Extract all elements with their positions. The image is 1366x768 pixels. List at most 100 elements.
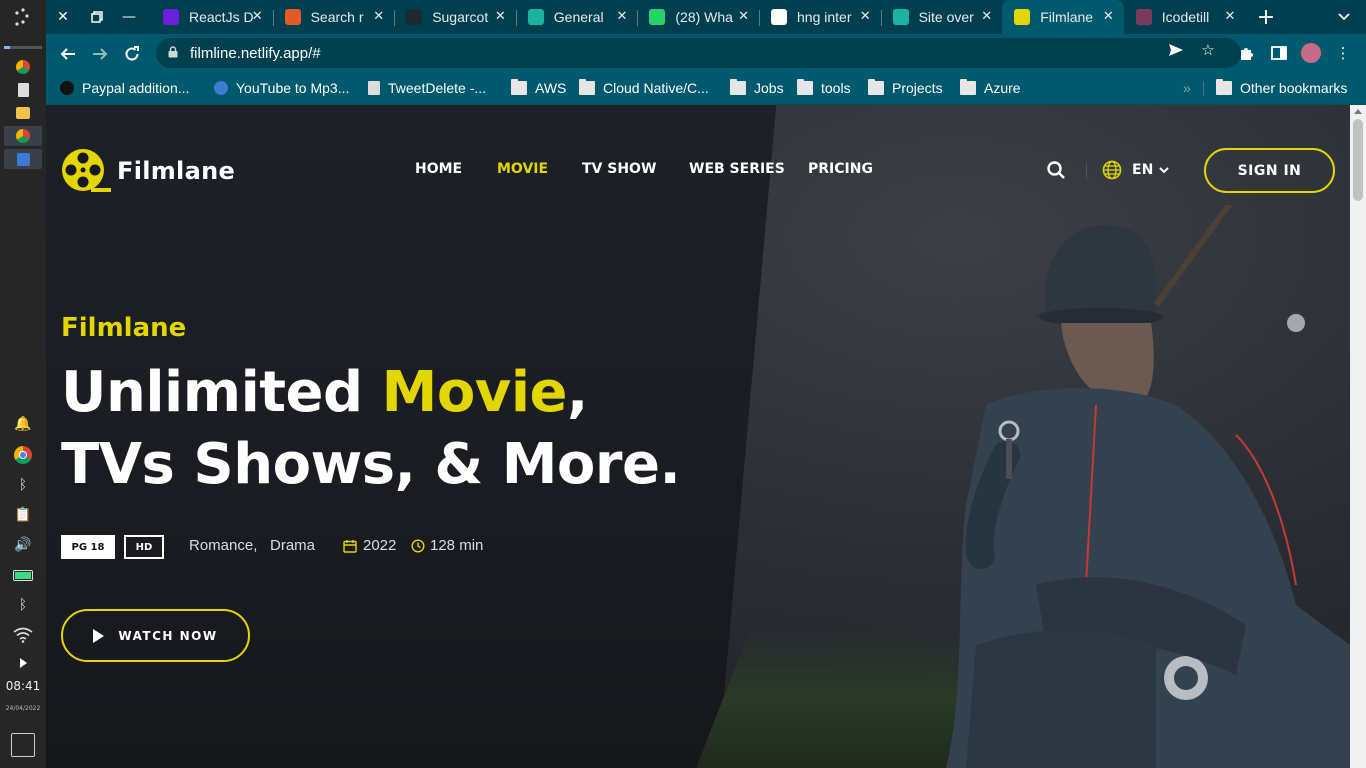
bookmark-folder[interactable]: AWS	[511, 78, 566, 98]
bookmark-item[interactable]: YouTube to Mp3...	[214, 78, 349, 98]
tab-close-icon[interactable]: ✕	[373, 9, 384, 24]
back-button[interactable]	[54, 40, 82, 68]
bookmark-folder[interactable]: Jobs	[730, 78, 784, 98]
sign-in-button[interactable]: SIGN IN	[1204, 148, 1335, 193]
browser-tab[interactable]: Filmlane ✕	[1002, 0, 1124, 34]
tab-close-icon[interactable]: ✕	[738, 9, 749, 24]
side-panel-icon[interactable]	[1268, 42, 1290, 64]
browser-tab[interactable]: hng inter ✕	[759, 0, 881, 34]
paypal-addition-favicon	[60, 81, 74, 95]
browser-chrome: ✕ — ReactJs D ✕ Search r ✕ Sugarcot ✕ General ✕…	[46, 0, 1366, 105]
headline-highlight: Movie	[381, 360, 568, 425]
bookmark-folder[interactable]: tools	[797, 78, 851, 98]
folder-icon	[960, 79, 976, 95]
nav-pricing[interactable]: PRICING	[808, 161, 873, 177]
bookmarks-overflow-chevron-icon[interactable]: »	[1183, 78, 1191, 98]
scrollbar-thumb[interactable]	[1353, 119, 1363, 201]
soldier-hero-image	[946, 205, 1350, 768]
browser-tab[interactable]: Site over ✕	[881, 0, 1003, 34]
reload-button[interactable]	[118, 40, 146, 68]
volume-icon[interactable]: 🔊	[10, 536, 36, 554]
browser-tab[interactable]: (28) Wha ✕	[637, 0, 759, 34]
chevron-down-icon	[1159, 167, 1169, 174]
tab-close-icon[interactable]: ✕	[495, 9, 506, 24]
notification-bell-icon[interactable]: 🔔	[10, 415, 36, 433]
scroll-up-arrow-icon[interactable]	[1354, 109, 1362, 114]
new-tab-button[interactable]: +	[1251, 0, 1281, 34]
nav-home[interactable]: HOME	[415, 161, 462, 177]
tab-close-icon[interactable]: ✕	[1224, 9, 1235, 24]
forward-button[interactable]	[86, 40, 114, 68]
tab-search-chevron-icon[interactable]	[1329, 0, 1359, 34]
profile-avatar[interactable]	[1300, 42, 1322, 64]
extensions-puzzle-icon[interactable]	[1236, 42, 1258, 64]
clock-date: 24/04/2022	[5, 705, 41, 712]
film-reel-logo-icon	[62, 149, 111, 192]
bookmarks-bar: Paypal addition... YouTube to Mp3... Twe…	[46, 72, 1366, 105]
window-minimize-icon[interactable]: —	[114, 0, 144, 34]
tab-favicon-icon	[1014, 9, 1031, 25]
desktop-screen: 🔔 ᛒ 📋 🔊 ᛒ 08:41 24/04/2022 ✕ — ReactJs D…	[0, 0, 1366, 768]
nav-tv-show[interactable]: TV SHOW	[582, 161, 656, 177]
search-icon[interactable]	[1046, 160, 1070, 184]
bookmark-item[interactable]: Paypal addition...	[60, 78, 189, 98]
bookmark-label: YouTube to Mp3...	[236, 80, 350, 96]
watch-now-button[interactable]: WATCH NOW	[61, 609, 250, 662]
tab-close-icon[interactable]: ✕	[860, 9, 871, 24]
clipboard-icon[interactable]: 📋	[10, 506, 36, 524]
tab-title: Site over	[918, 9, 974, 25]
tab-title: Filmlane	[1040, 9, 1094, 25]
bookmark-folder[interactable]: Azure	[960, 78, 1021, 98]
calendar-icon	[343, 540, 357, 553]
bookmark-folder[interactable]: Cloud Native/C...	[579, 78, 709, 98]
taskbar-app-vscode-icon[interactable]	[4, 149, 42, 169]
bookmarks-divider	[1203, 81, 1204, 96]
expand-tray-icon[interactable]	[10, 654, 36, 672]
tab-close-icon[interactable]: ✕	[252, 9, 263, 24]
show-desktop-button[interactable]	[11, 733, 35, 757]
bookmark-label: AWS	[535, 80, 567, 96]
browser-tab[interactable]: Icodetill ✕	[1124, 0, 1246, 34]
folder-icon	[511, 79, 527, 95]
taskbar-app-chrome-profile-icon[interactable]	[4, 57, 42, 77]
nav-movie[interactable]: MOVIE	[497, 161, 548, 177]
tab-favicon-icon	[527, 9, 544, 25]
hero-subtitle: Filmlane	[61, 313, 187, 343]
site-logo[interactable]: Filmlane	[61, 148, 235, 194]
tab-favicon-icon	[1135, 9, 1152, 25]
send-tab-icon[interactable]	[1165, 39, 1187, 61]
language-selector[interactable]: EN	[1102, 160, 1169, 180]
battery-icon[interactable]	[10, 566, 36, 584]
nav-web-series[interactable]: WEB SERIES	[689, 161, 785, 177]
address-bar[interactable]: filmline.netlify.app/#	[156, 38, 1241, 68]
folder-icon	[797, 79, 813, 95]
taskbar-app-folder-icon[interactable]	[4, 103, 42, 123]
tab-close-icon[interactable]: ✕	[981, 9, 992, 24]
browser-tab[interactable]: Search r ✕	[273, 0, 395, 34]
tab-favicon-icon	[284, 9, 301, 25]
page-scrollbar[interactable]	[1350, 105, 1366, 768]
browser-tab[interactable]: ReactJs D ✕	[151, 0, 273, 34]
bluetooth-icon[interactable]: ᛒ	[10, 596, 36, 614]
bookmark-folder[interactable]: Projects	[868, 78, 943, 98]
window-restore-icon[interactable]	[82, 0, 112, 34]
folder-icon	[730, 79, 746, 95]
other-bookmarks-folder[interactable]: Other bookmarks	[1216, 78, 1347, 98]
wifi-icon[interactable]	[10, 626, 36, 644]
genre-tag[interactable]: Romance,	[189, 537, 257, 554]
tab-close-icon[interactable]: ✕	[1103, 9, 1114, 24]
window-close-icon[interactable]: ✕	[48, 0, 78, 34]
tab-close-icon[interactable]: ✕	[616, 9, 627, 24]
bookmark-item[interactable]: TweetDelete -...	[368, 78, 486, 98]
browser-tab[interactable]: General ✕	[516, 0, 638, 34]
chrome-tray-icon[interactable]	[10, 446, 36, 464]
genre-tag[interactable]: Drama	[270, 537, 315, 554]
bluetooth-tray-icon[interactable]: ᛒ	[10, 476, 36, 494]
launcher-icon[interactable]	[10, 8, 36, 26]
browser-menu-icon[interactable]: ⋮	[1332, 42, 1354, 64]
bookmark-star-icon[interactable]: ☆	[1197, 39, 1219, 61]
taskbar-app-files-icon[interactable]	[4, 80, 42, 100]
url-text: filmline.netlify.app/#	[190, 44, 321, 62]
taskbar-app-chrome-icon[interactable]	[4, 126, 42, 146]
browser-tab[interactable]: Sugarcot ✕	[394, 0, 516, 34]
